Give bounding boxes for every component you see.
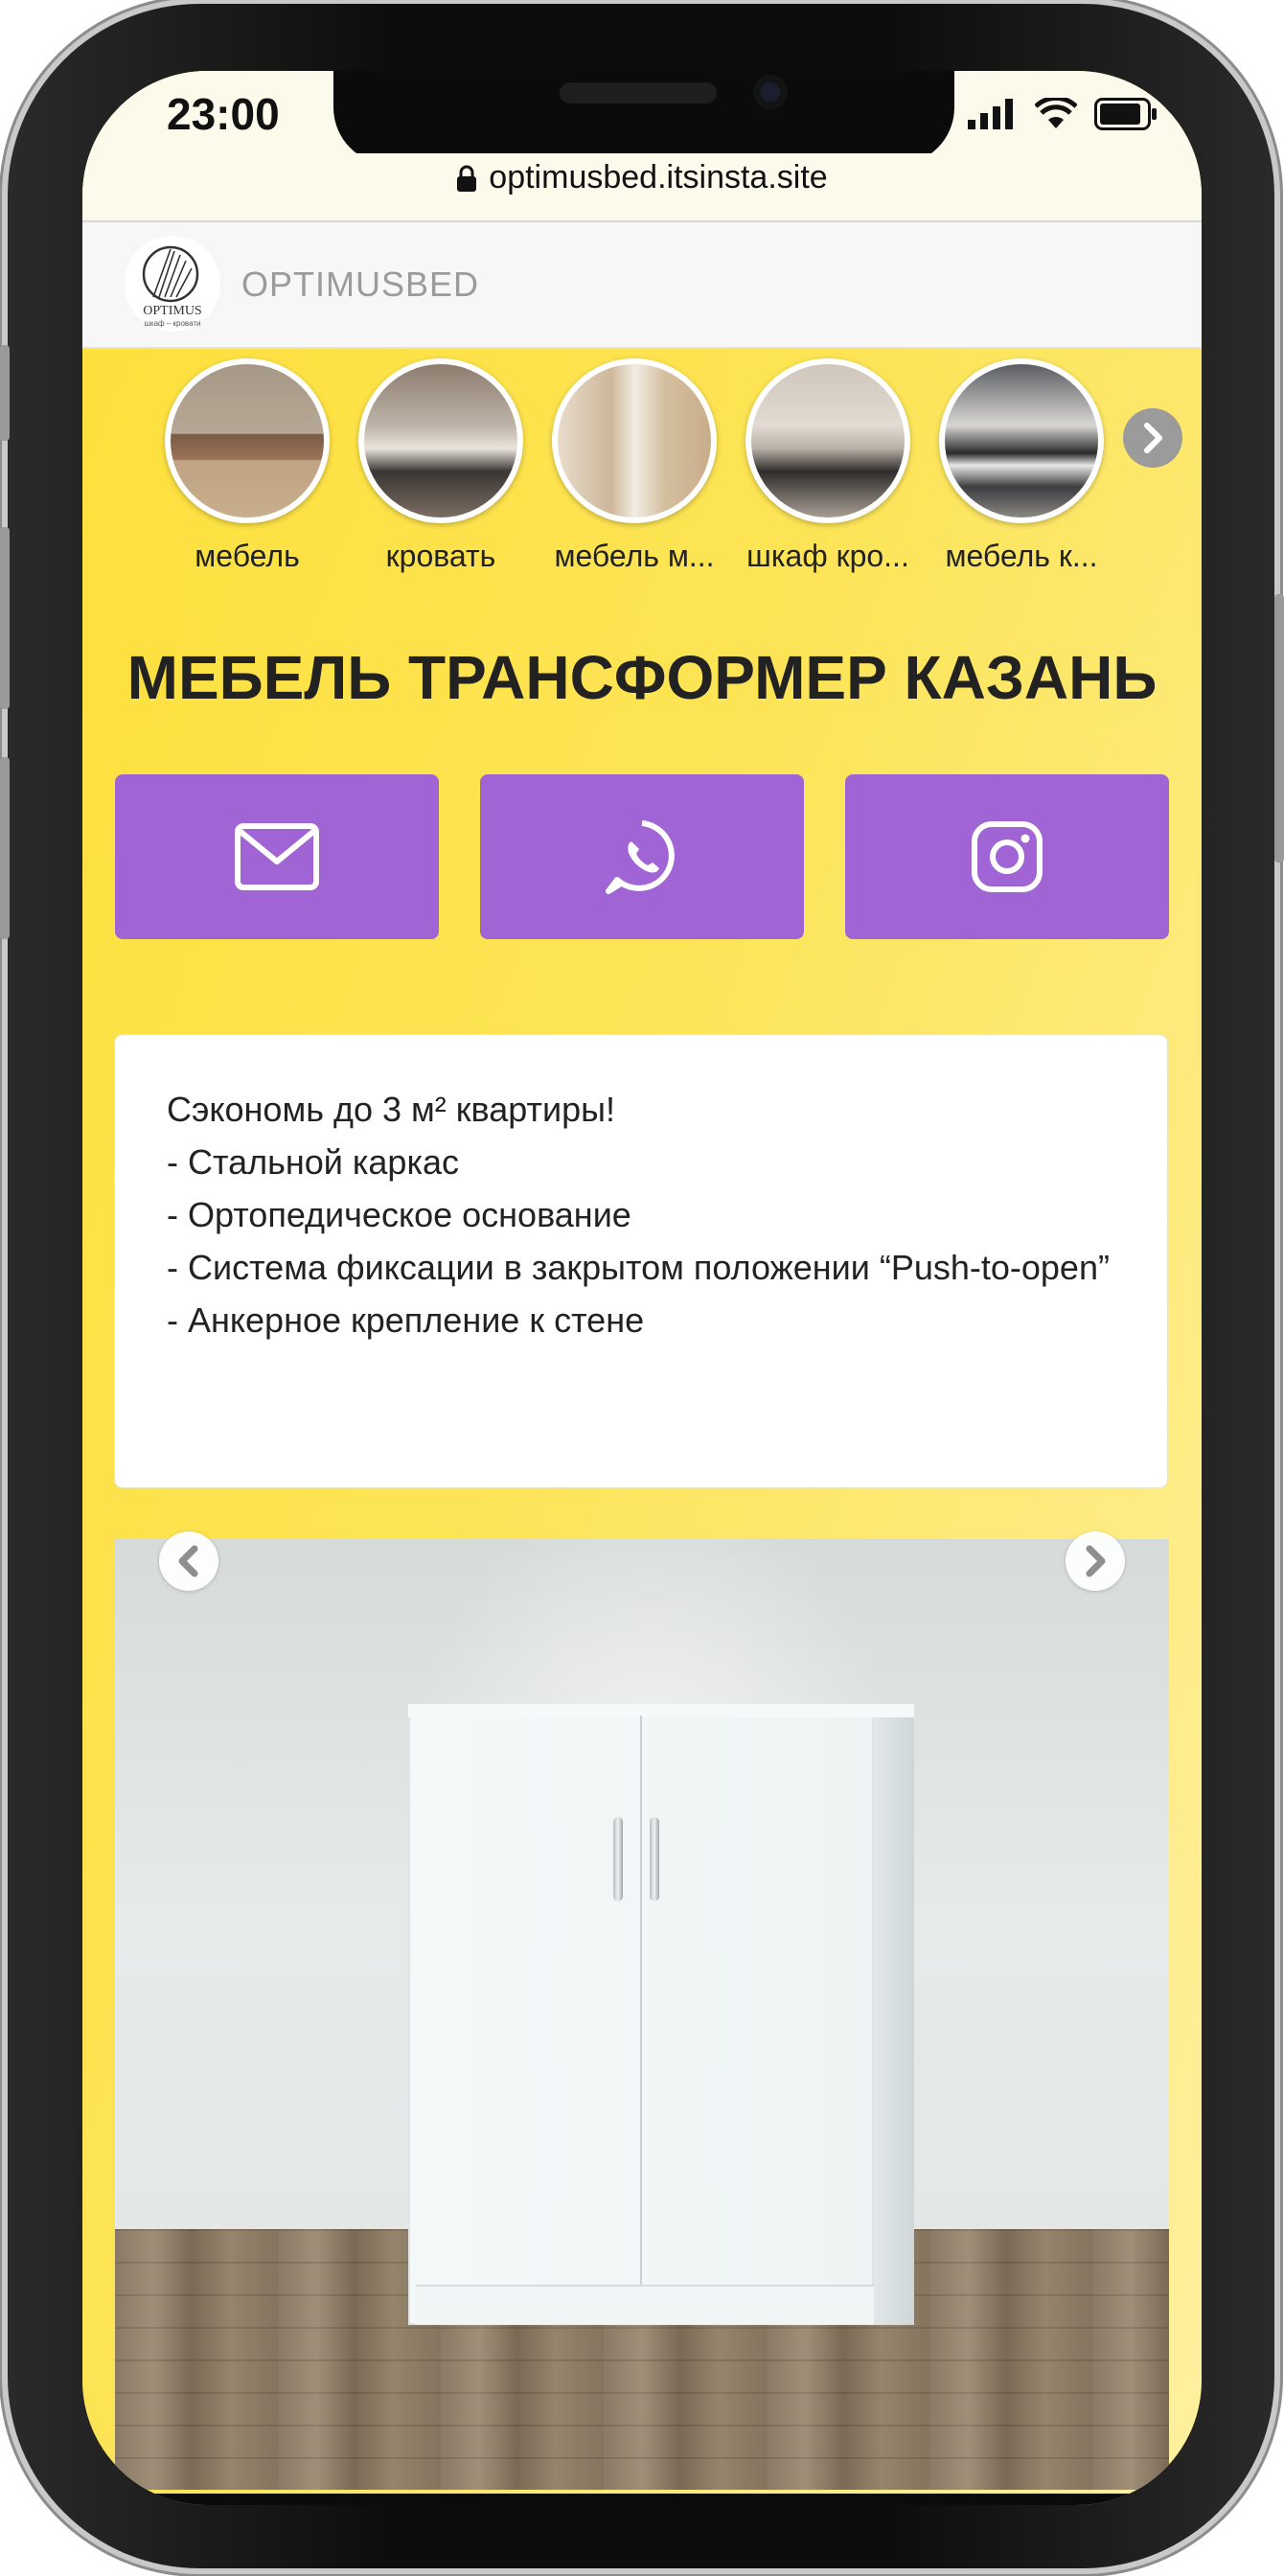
story-label: мебель м...: [554, 539, 715, 573]
lock-icon: [457, 165, 477, 192]
story-item[interactable]: мебель м...: [548, 358, 721, 574]
mute-switch: [0, 345, 10, 441]
description-line: - Стальной каркас: [167, 1142, 460, 1182]
description-card: Сэкономь до 3 м² квартиры! - Стальной ка…: [115, 1035, 1167, 1487]
slider-next-button[interactable]: [1066, 1531, 1125, 1591]
speaker: [560, 82, 717, 104]
description-line: Сэкономь до 3 м² квартиры!: [167, 1090, 615, 1129]
description-line: - Ортопедическое основание: [167, 1195, 631, 1234]
brand-name: OPTIMUSBED: [241, 264, 480, 304]
whatsapp-icon: [606, 820, 675, 894]
description-line: - Анкерное крепление к стене: [167, 1300, 645, 1340]
story-thumbnail: [171, 364, 324, 518]
bottom-bezel: [82, 2494, 1202, 2505]
product-image-slider[interactable]: [115, 1539, 1169, 2490]
story-item[interactable]: мебель: [161, 358, 333, 574]
chevron-left-icon: [178, 1545, 198, 1577]
story-thumbnail: [558, 364, 711, 518]
mail-icon: [235, 823, 319, 890]
story-label: мебель: [195, 539, 300, 573]
description-line: - Система фиксации в закрытом положении …: [167, 1248, 1110, 1287]
page-title: МЕБЕЛЬ ТРАНСФОРМЕР КАЗАНЬ: [126, 643, 1158, 712]
email-button[interactable]: [115, 774, 439, 939]
story-item[interactable]: шкаф кро...: [742, 358, 914, 574]
instagram-icon: [972, 821, 1043, 892]
whatsapp-button[interactable]: [480, 774, 804, 939]
volume-up-button: [0, 527, 10, 709]
slider-prev-button[interactable]: [159, 1531, 218, 1591]
description-text: Сэкономь до 3 м² квартиры! - Стальной ка…: [167, 1083, 1125, 1346]
story-label: мебель к...: [945, 539, 1098, 573]
story-item[interactable]: кровать: [355, 358, 527, 574]
stories-next-button[interactable]: [1123, 408, 1182, 468]
story-label: кровать: [385, 539, 496, 573]
instagram-button[interactable]: [845, 774, 1169, 939]
chevron-right-icon: [1144, 423, 1162, 453]
power-button: [1274, 594, 1284, 862]
story-thumbnail: [751, 364, 905, 518]
url-text: optimusbed.itsinsta.site: [489, 159, 828, 196]
cabinet-handle: [613, 1817, 623, 1901]
story-thumbnail: [364, 364, 517, 518]
phone-screen: 23:00 optimusbed.itsinsta.site OPTIMUS ш…: [82, 71, 1202, 2505]
chevron-right-icon: [1086, 1545, 1106, 1577]
svg-text:шкаф – кровати: шкаф – кровати: [145, 319, 201, 328]
battery-icon: [1094, 98, 1157, 130]
wifi-icon: [1035, 98, 1077, 128]
story-item[interactable]: мебель к...: [935, 358, 1108, 574]
front-camera: [753, 75, 788, 109]
status-icons: [968, 98, 1158, 130]
signal-icon: [968, 99, 1013, 129]
volume-down-button: [0, 757, 10, 939]
cabinet-handle: [650, 1817, 659, 1901]
story-label: шкаф кро...: [746, 539, 909, 573]
site-header: OPTIMUS шкаф – кровати OPTIMUSBED: [82, 222, 1202, 349]
address-bar[interactable]: optimusbed.itsinsta.site: [82, 153, 1202, 222]
notch: [333, 71, 954, 165]
optimus-logo-icon: OPTIMUS шкаф – кровати: [142, 245, 202, 328]
svg-text:OPTIMUS: OPTIMUS: [143, 304, 201, 318]
stories-carousel: мебель кровать мебель м... шкаф кро... м…: [82, 358, 1202, 608]
story-thumbnail: [945, 364, 1098, 518]
brand-logo[interactable]: OPTIMUS шкаф – кровати: [125, 236, 220, 332]
status-time: 23:00: [167, 89, 280, 139]
